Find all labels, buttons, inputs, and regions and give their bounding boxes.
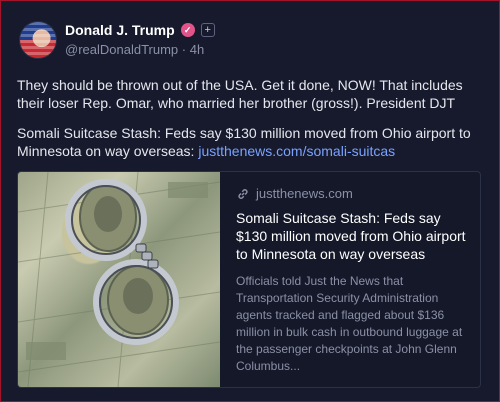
link-preview-image (18, 172, 220, 387)
post-paragraph-1: They should be thrown out of the USA. Ge… (17, 77, 463, 111)
follow-plus-icon[interactable]: + (200, 23, 215, 37)
post-time[interactable]: 4h (190, 42, 204, 57)
author-handle[interactable]: @realDonaldTrump (65, 42, 178, 57)
avatar[interactable] (19, 21, 57, 59)
link-domain-row: justthenews.com (236, 186, 466, 201)
link-preview-body: justthenews.com Somali Suitcase Stash: F… (236, 186, 466, 375)
post-link[interactable]: justthenews.com/somali-suitcas (198, 143, 395, 159)
author-name[interactable]: Donald J. Trump (65, 22, 175, 38)
handcuffs-illustration (18, 172, 220, 387)
avatar-flag-pattern (20, 22, 56, 58)
link-domain: justthenews.com (256, 186, 353, 201)
post-card: Donald J. Trump ✓ + @realDonaldTrump · 4… (1, 1, 499, 401)
separator-dot: · (181, 42, 187, 57)
link-preview-card[interactable]: justthenews.com Somali Suitcase Stash: F… (17, 171, 481, 388)
link-title[interactable]: Somali Suitcase Stash: Feds say $130 mil… (236, 209, 466, 263)
post-body: They should be thrown out of the USA. Ge… (17, 76, 487, 160)
post-paragraph-2: Somali Suitcase Stash: Feds say $130 mil… (17, 124, 487, 160)
verified-badge-icon: ✓ (180, 23, 195, 37)
author-row: Donald J. Trump ✓ + (65, 22, 215, 38)
post-frame: Donald J. Trump ✓ + @realDonaldTrump · 4… (0, 0, 500, 402)
link-description: Officials told Just the News that Transp… (236, 274, 463, 373)
link-icon (238, 188, 248, 199)
handle-row: @realDonaldTrump · 4h (65, 42, 204, 57)
